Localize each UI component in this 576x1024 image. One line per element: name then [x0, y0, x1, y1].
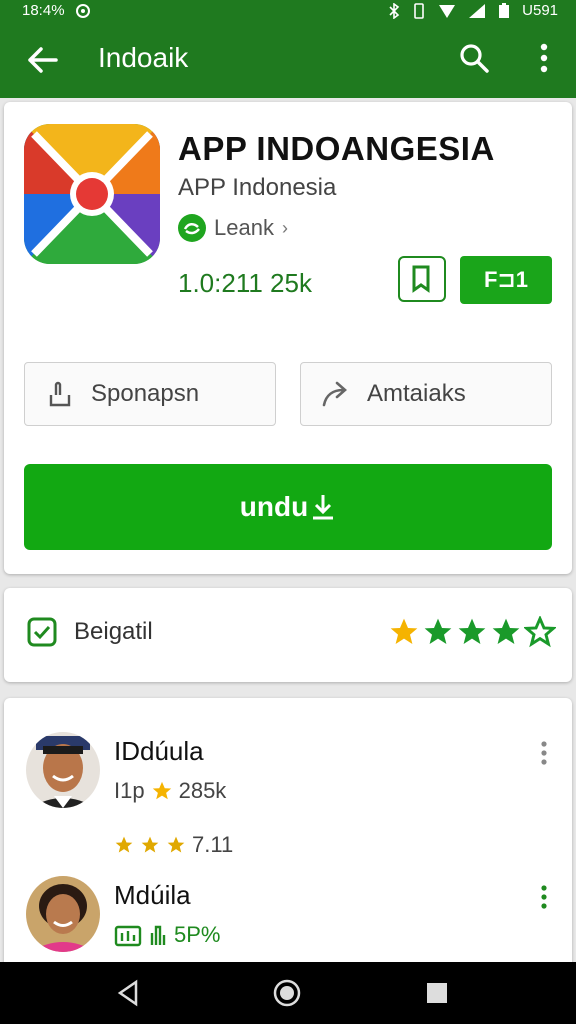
battery-icon: [499, 2, 510, 18]
more-vert-icon[interactable]: [530, 40, 558, 76]
app-stats: 1.0:211 25k: [178, 268, 312, 298]
star-outline-icon: [524, 616, 556, 648]
signal-icon: [469, 3, 486, 18]
review-more-icon[interactable]: [538, 884, 550, 910]
developer-link[interactable]: Leank ›: [178, 214, 288, 242]
reviewer-name: Mdúila: [114, 880, 191, 910]
review-meta: 5P%: [114, 922, 220, 948]
star-icon: [141, 836, 159, 853]
review-meta-prefix: I1p: [114, 778, 145, 803]
star-icon: [115, 836, 133, 853]
review-meta-value: 285k: [178, 778, 227, 803]
status-bar: 18:4% U591: [0, 0, 576, 22]
app-subtitle: APP Indonesia: [178, 174, 337, 201]
install-button[interactable]: undu: [24, 464, 552, 550]
nav-recents-icon[interactable]: [422, 978, 452, 1008]
chart-icon: [114, 925, 142, 947]
hand-icon: [49, 381, 71, 407]
badge-button[interactable]: F⊐1: [460, 256, 552, 304]
review-meta-value: 5P%: [174, 922, 221, 947]
review-sub-value: 7.11: [192, 832, 234, 857]
install-label: undu: [239, 491, 309, 522]
avatar[interactable]: [26, 732, 100, 808]
status-time: 18:4%: [22, 2, 65, 19]
star-icon: [424, 618, 452, 644]
rating-stars: [388, 616, 556, 648]
thumb-icon: [150, 925, 166, 945]
rating-card[interactable]: Beigatil: [4, 588, 572, 682]
search-icon[interactable]: [456, 40, 492, 76]
share-button[interactable]: Amtaiaks: [300, 362, 552, 426]
left-action-label: Sponapsn: [91, 380, 200, 407]
app-name: APP INDOANGESIA: [178, 130, 495, 167]
star-icon: [167, 836, 185, 853]
nav-home-icon[interactable]: [272, 978, 302, 1008]
bookmark-icon: [412, 265, 430, 293]
uninstall-button[interactable]: Sponapsn: [24, 362, 276, 426]
avatar[interactable]: [26, 876, 100, 952]
star-icon: [152, 781, 171, 800]
bluetooth-icon: [389, 2, 400, 19]
app-bar: Indoaik: [0, 22, 576, 98]
back-arrow-icon[interactable]: [22, 40, 62, 80]
review-more-icon[interactable]: [538, 740, 550, 766]
star-icon: [492, 618, 520, 644]
system-nav-bar: [0, 962, 576, 1024]
notification-icon: [75, 3, 90, 18]
review-meta: I1p 285k: [114, 778, 226, 804]
status-right-text: U591: [522, 2, 558, 19]
rating-label: Beigatil: [74, 618, 153, 645]
app-logo-icon: [24, 124, 160, 264]
wishlist-button[interactable]: [398, 256, 446, 302]
developer-name: Leank: [214, 215, 274, 240]
star-icon: [458, 618, 486, 644]
page-title: Indoaik: [98, 42, 189, 73]
app-info-card: APP INDOANGESIA APP Indonesia Leank › 1.…: [4, 102, 572, 574]
download-icon: [313, 495, 334, 520]
avatar-image: [26, 732, 100, 808]
reviews-card: IDdúula I1p 285k 7.11 Mdúila 5P%: [4, 698, 572, 978]
vibrate-icon: [414, 2, 424, 19]
chevron-right-icon: ›: [281, 217, 288, 238]
right-action-label: Amtaiaks: [367, 380, 466, 407]
developer-badge-icon: [178, 214, 206, 242]
avatar-image: [26, 876, 100, 952]
reviewer-name: IDdúula: [114, 736, 204, 766]
star-icon: [390, 618, 418, 644]
review-rating: 7.11: [114, 832, 233, 858]
share-icon: [322, 381, 347, 407]
verified-check-icon: [27, 617, 57, 647]
nav-back-icon[interactable]: [114, 978, 144, 1008]
wifi-icon: [439, 4, 456, 18]
